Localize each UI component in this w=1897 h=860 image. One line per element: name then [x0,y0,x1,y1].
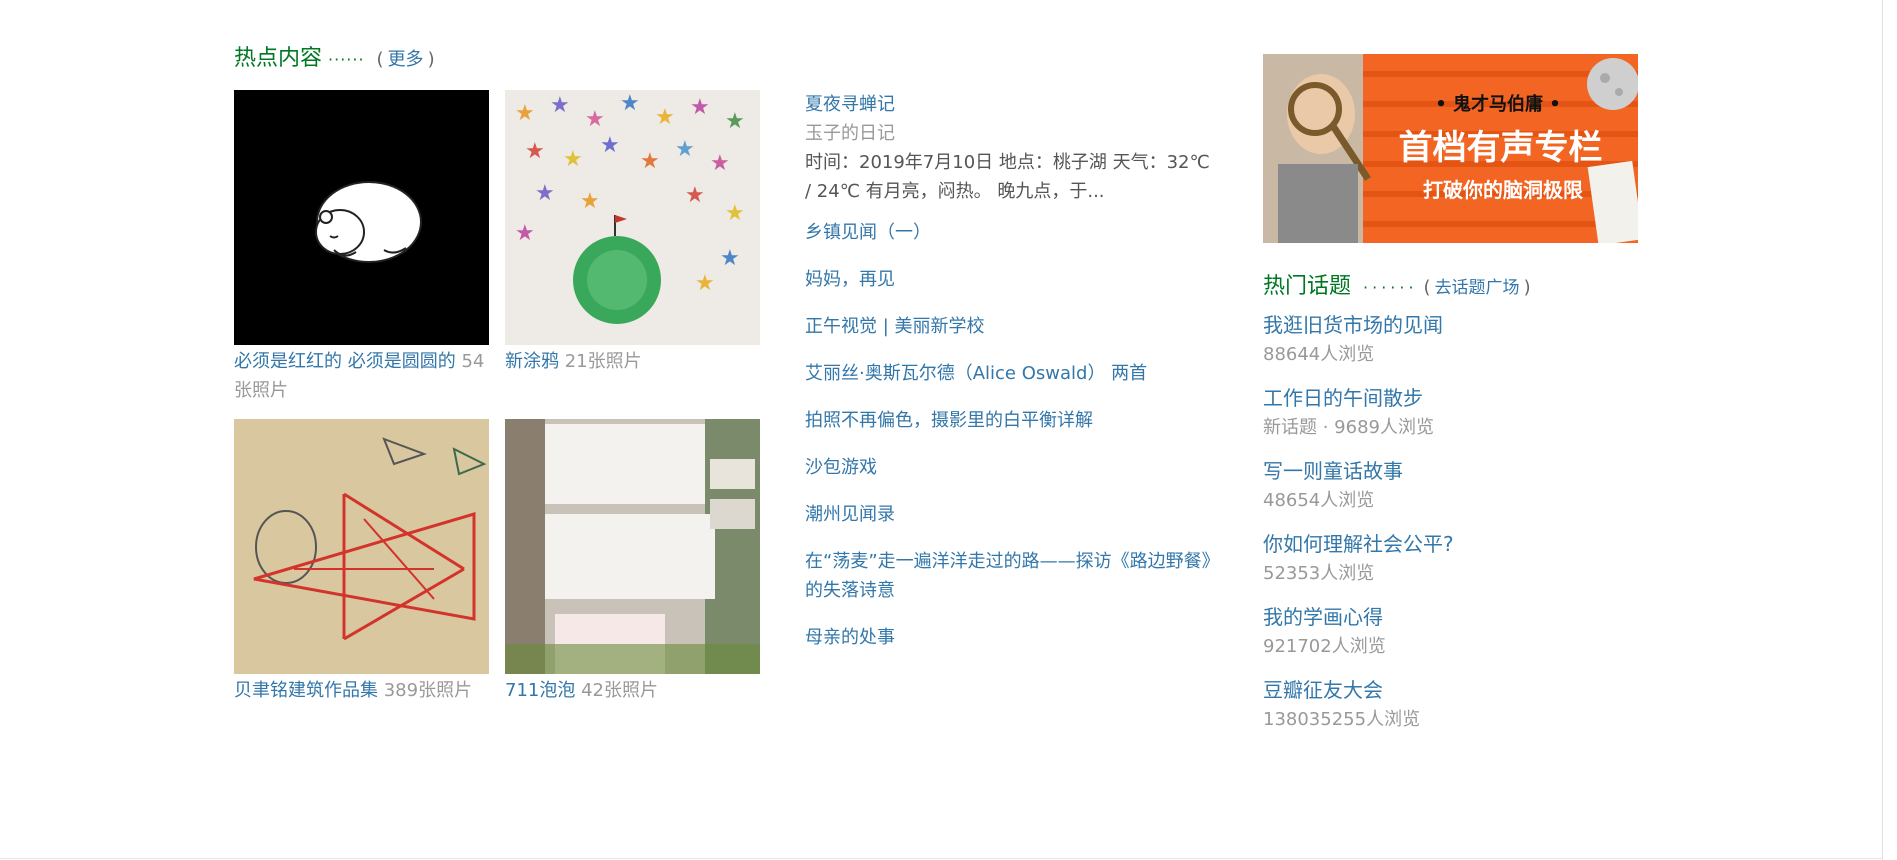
topic-meta: 52353人浏览 [1263,563,1375,584]
hot-topics-title: 热门话题 [1263,274,1352,299]
article-link[interactable]: 乡镇见闻（一） [805,218,1215,247]
article-list: 夏夜寻蝉记 玉子的日记 时间：2019年7月10日 地点：桃子湖 天气：32℃ … [805,90,1215,670]
hot-content-dots: ······ [328,50,365,69]
topic-meta: 921702人浏览 [1263,636,1386,657]
album-thumbnail-store[interactable] [505,419,760,674]
svg-text:★: ★ [690,95,710,120]
album-count: 21张照片 [564,351,642,372]
topic-meta: 新话题 · 9689人浏览 [1263,417,1434,438]
album-thumbnail-bear[interactable] [234,90,489,345]
more-link[interactable]: 更多 [388,45,424,71]
topic-title[interactable]: 我逛旧货市场的见闻 [1263,310,1643,340]
album-card: 必须是红红的 必须是圆圆的 54张照片 [234,90,489,405]
svg-text:★: ★ [695,271,715,296]
topic-title[interactable]: 写一则童话故事 [1263,456,1643,486]
banner-sub-line: 打破你的脑洞极限 [1423,178,1583,202]
article-link[interactable]: 在“荡麦”走一遍洋洋走过的路——探访《路边野餐》的失落诗意 [805,547,1215,605]
album-card: 711泡泡 42张照片 [505,419,760,705]
album-card: ★ ★ ★ ★ ★ ★ ★ ★ ★ ★ ★ ★ ★ ★ ★ ★ ★ ★ ★ ★ 新涂鸦 21张照片 [505,90,760,376]
topic-item: 我逛旧货市场的见闻 88644人浏览 [1263,310,1643,369]
svg-text:★: ★ [685,183,705,208]
svg-text:★: ★ [655,105,675,130]
hot-content-header: 热点内容 ······ ( 更多 ) [234,40,435,72]
album-thumbnail-stars[interactable]: ★ ★ ★ ★ ★ ★ ★ ★ ★ ★ ★ ★ ★ ★ ★ ★ ★ ★ ★ ★ [505,90,760,345]
svg-text:★: ★ [725,109,745,134]
svg-text:★: ★ [600,133,620,158]
featured-article-title[interactable]: 夏夜寻蝉记 [805,90,1215,119]
topic-item: 豆瓣征友大会 138035255人浏览 [1263,675,1643,734]
svg-text:★: ★ [563,147,583,172]
topic-meta: 138035255人浏览 [1263,709,1421,730]
paren-open: ( [376,49,384,70]
svg-text:★: ★ [515,221,535,246]
svg-text:★: ★ [580,189,600,214]
svg-text:★: ★ [585,107,605,132]
article-link[interactable]: 母亲的处事 [805,623,1215,652]
svg-text:★: ★ [675,137,695,162]
article-link[interactable]: 妈妈，再见 [805,265,1215,294]
article-link[interactable]: 潮州见闻录 [805,500,1215,529]
hot-content-title: 热点内容 [234,46,323,71]
paren-close: ) [427,49,435,70]
vertical-scrollbar[interactable] [1882,0,1897,860]
promo-banner[interactable]: • 鬼才马伯庸 • 首档有声专栏 打破你的脑洞极限 [1263,54,1638,243]
svg-text:★: ★ [515,101,535,126]
topic-square-link[interactable]: 去话题广场 [1435,273,1520,298]
hot-topics-list: 我逛旧货市场的见闻 88644人浏览 工作日的午间散步 新话题 · 9689人浏… [1263,310,1643,748]
hot-topics-header: 热门话题 ······ ( 去话题广场 ) [1263,268,1531,300]
svg-text:★: ★ [550,93,570,118]
topic-item: 你如何理解社会公平? 52353人浏览 [1263,529,1643,588]
album-title[interactable]: 新涂鸦 [505,351,559,372]
svg-text:★: ★ [640,149,660,174]
album-count: 389张照片 [383,680,473,701]
album-title[interactable]: 贝聿铭建筑作品集 [234,680,378,701]
album-thumbnail-sketch[interactable] [234,419,489,674]
topic-title[interactable]: 你如何理解社会公平? [1263,529,1643,559]
album-title[interactable]: 711泡泡 [505,680,575,701]
album-count: 42张照片 [581,680,658,701]
svg-text:★: ★ [710,151,730,176]
topic-title[interactable]: 豆瓣征友大会 [1263,675,1643,705]
topic-meta: 88644人浏览 [1263,344,1375,365]
article-link[interactable]: 艾丽丝·奥斯瓦尔德（Alice Oswald） 两首 [805,359,1215,388]
hot-topics-dots: ······ [1363,278,1418,297]
paren-open: ( [1423,277,1431,298]
topic-item: 工作日的午间散步 新话题 · 9689人浏览 [1263,383,1643,442]
article-link[interactable]: 沙包游戏 [805,453,1215,482]
topic-item: 我的学画心得 921702人浏览 [1263,602,1643,661]
featured-article-author: 玉子的日记 [805,123,895,144]
banner-top-line: • 鬼才马伯庸 • [1435,94,1561,115]
article-link[interactable]: 拍照不再偏色，摄影里的白平衡详解 [805,406,1215,435]
svg-text:★: ★ [525,139,545,164]
page-divider [0,858,1883,859]
paren-close: ) [1523,277,1531,298]
featured-article: 夏夜寻蝉记 玉子的日记 时间：2019年7月10日 地点：桃子湖 天气：32℃ … [805,90,1215,206]
featured-article-desc: 时间：2019年7月10日 地点：桃子湖 天气：32℃ / 24℃ 有月亮，闷热… [805,152,1210,202]
svg-text:★: ★ [720,246,740,271]
svg-text:★: ★ [725,201,745,226]
article-link[interactable]: 正午视觉 | 美丽新学校 [805,312,1215,341]
topic-title[interactable]: 我的学画心得 [1263,602,1643,632]
topic-meta: 48654人浏览 [1263,490,1375,511]
svg-text:★: ★ [620,91,640,116]
svg-text:★: ★ [535,181,555,206]
topic-item: 写一则童话故事 48654人浏览 [1263,456,1643,515]
topic-title[interactable]: 工作日的午间散步 [1263,383,1643,413]
album-card: 贝聿铭建筑作品集 389张照片 [234,419,489,705]
album-title[interactable]: 必须是红红的 必须是圆圆的 [234,351,456,372]
banner-main-line: 首档有声专栏 [1398,128,1603,168]
